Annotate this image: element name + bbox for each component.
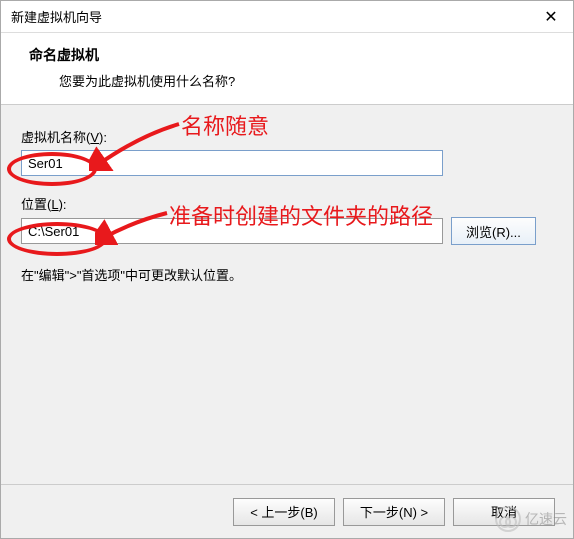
vm-location-label: 位置(L): <box>21 194 553 213</box>
vm-location-field: 位置(L): 浏览(R)... <box>21 194 553 245</box>
vm-name-field: 虚拟机名称(V): <box>21 127 553 176</box>
back-button[interactable]: < 上一步(B) <box>233 498 335 526</box>
watermark: 亿速云 <box>495 506 567 532</box>
vm-name-label: 虚拟机名称(V): <box>21 127 553 146</box>
default-location-hint: 在"编辑">"首选项"中可更改默认位置。 <box>21 265 553 284</box>
header-subtitle: 您要为此虚拟机使用什么名称? <box>29 71 555 90</box>
titlebar: 新建虚拟机向导 ✕ <box>1 1 573 33</box>
vm-name-input[interactable] <box>21 150 443 176</box>
header-title: 命名虚拟机 <box>29 45 555 65</box>
new-vm-wizard-dialog: 新建虚拟机向导 ✕ 命名虚拟机 您要为此虚拟机使用什么名称? 虚拟机名称(V):… <box>0 0 574 539</box>
close-icon: ✕ <box>544 7 557 27</box>
browse-button[interactable]: 浏览(R)... <box>451 217 536 245</box>
next-button[interactable]: 下一步(N) > <box>343 498 445 526</box>
window-title: 新建虚拟机向导 <box>11 7 102 26</box>
wizard-footer: < 上一步(B) 下一步(N) > 取消 <box>1 484 573 538</box>
close-button[interactable]: ✕ <box>529 2 573 32</box>
watermark-icon <box>495 506 521 532</box>
wizard-header: 命名虚拟机 您要为此虚拟机使用什么名称? <box>1 33 573 105</box>
vm-location-input[interactable] <box>21 218 443 244</box>
watermark-text: 亿速云 <box>525 509 567 529</box>
wizard-content: 虚拟机名称(V): 位置(L): 浏览(R)... 在"编辑">"首选项"中可更… <box>1 105 573 484</box>
